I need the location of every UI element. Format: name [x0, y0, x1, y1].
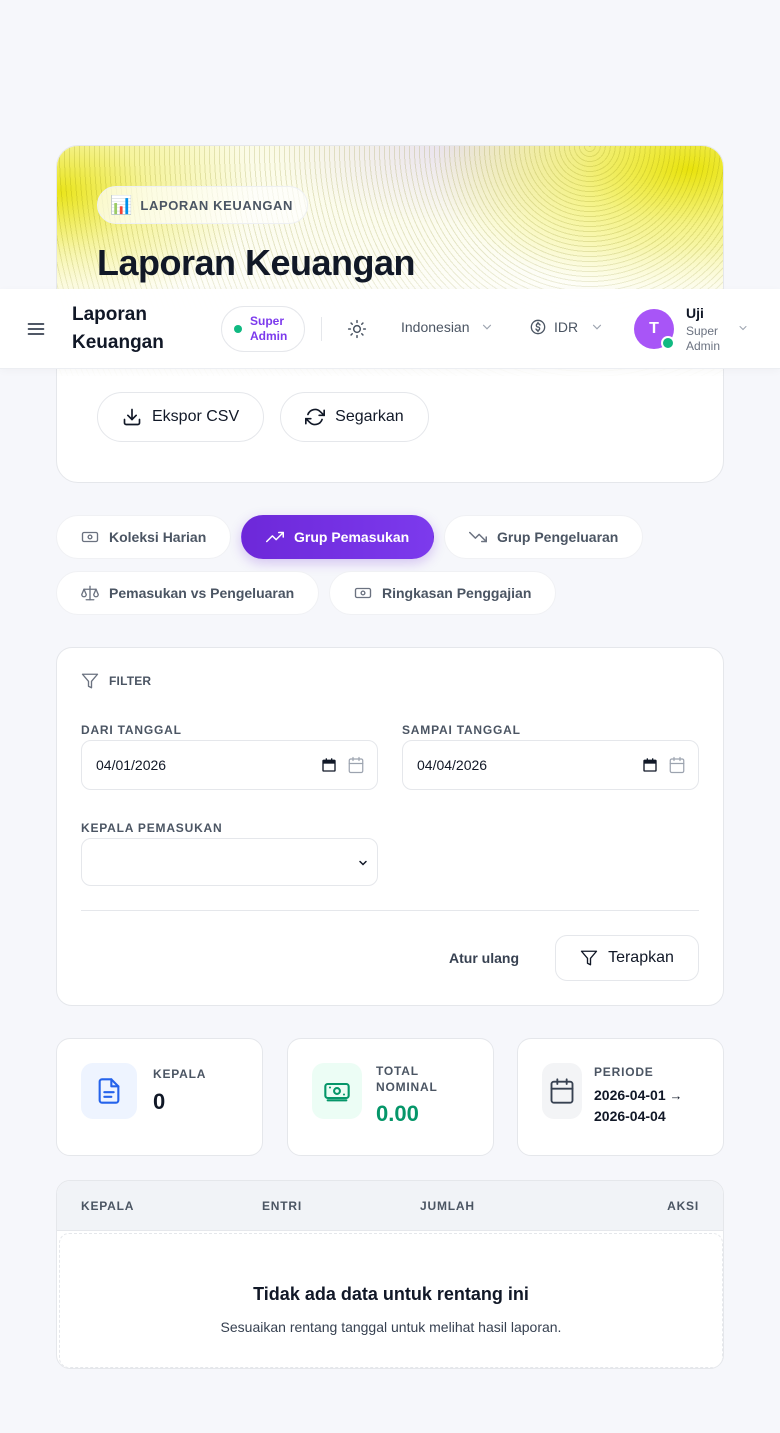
to-date-input[interactable]: 04/04/2026 — [402, 740, 699, 790]
filter-heading-label: FILTER — [109, 674, 152, 688]
tab-koleksi-harian[interactable]: Koleksi Harian — [56, 515, 232, 559]
tab-grup-pemasukan[interactable]: Grup Pemasukan — [241, 515, 435, 559]
banknote-icon — [81, 531, 99, 543]
stat-period-label: PERIODE — [594, 1065, 654, 1079]
topbar-divider — [321, 317, 322, 341]
stat-heads-label: KEPALA — [153, 1067, 207, 1081]
export-csv-label: Ekspor CSV — [152, 408, 240, 425]
calendar-icon — [348, 756, 364, 774]
currency-selector[interactable]: IDR — [530, 319, 604, 335]
user-role: Super Admin — [686, 324, 721, 353]
column-header-head: KEPALA — [81, 1199, 135, 1213]
topbar-title: Laporan Keuangan — [72, 304, 164, 353]
role-badge-label: Super Admin — [250, 314, 288, 343]
empty-state-title: Tidak ada data untuk rentang ini — [253, 1284, 529, 1304]
filter-card: FILTER DARI TANGGAL 04/01/2026 SAMPAI TA… — [56, 647, 724, 1006]
filter-icon — [81, 673, 99, 689]
to-date-label: SAMPAI TANGGAL — [402, 723, 521, 737]
export-csv-button[interactable]: Ekspor CSV — [97, 392, 265, 442]
section-badge-label: LAPORAN KEUANGAN — [140, 197, 294, 213]
stat-card-period: PERIODE 2026-04-01 → 2026-04-04 — [517, 1038, 724, 1156]
bar-chart-icon: 📊 — [110, 195, 133, 215]
refresh-button[interactable]: Segarkan — [280, 392, 429, 442]
chevron-down-icon — [482, 324, 491, 330]
calendar-icon[interactable] — [642, 757, 658, 773]
top-bar: Laporan Keuangan Super Admin Indonesian … — [0, 289, 780, 369]
document-icon — [98, 1078, 120, 1104]
page-title: Laporan Keuangan — [97, 242, 416, 283]
language-label: Indonesian — [401, 319, 470, 335]
hamburger-menu-icon[interactable] — [26, 319, 46, 339]
period-arrow: → — [669, 1088, 683, 1103]
money-icon — [324, 1082, 350, 1102]
currency-label: IDR — [554, 319, 579, 335]
stat-period-value: 2026-04-01 → 2026-04-04 — [594, 1085, 714, 1126]
tab-label: Ringkasan Penggajian — [382, 585, 532, 601]
empty-state-subtitle: Sesuaikan rentang tanggal untuk melihat … — [220, 1319, 562, 1335]
period-start: 2026-04-01 — [594, 1087, 666, 1103]
avatar-status-dot — [661, 336, 675, 350]
from-date-input[interactable]: 04/01/2026 — [81, 740, 378, 790]
refresh-label: Segarkan — [335, 408, 404, 425]
calendar-icon[interactable] — [321, 757, 337, 773]
language-selector[interactable]: Indonesian — [401, 319, 494, 335]
refresh-icon — [305, 408, 326, 426]
calendar-icon — [550, 1078, 574, 1104]
stat-total-label: TOTAL NOMINAL — [376, 1064, 438, 1094]
report-table: KEPALA ENTRI JUMLAH AKSI Tidak ada data … — [56, 1180, 724, 1369]
tab-grup-pengeluaran[interactable]: Grup Pengeluaran — [444, 515, 644, 559]
user-name[interactable]: Uji — [686, 305, 704, 321]
tab-label: Pemasukan vs Pengeluaran — [109, 585, 295, 601]
chevron-down-icon — [359, 860, 367, 866]
filter-icon — [580, 950, 598, 966]
filter-divider — [81, 910, 699, 911]
chevron-down-icon[interactable] — [737, 322, 749, 334]
chevron-down-icon — [593, 324, 602, 330]
stat-heads-value: 0 — [153, 1089, 166, 1114]
income-head-select[interactable] — [81, 838, 378, 886]
apply-label: Terapkan — [608, 949, 674, 966]
filter-heading: FILTER — [81, 672, 151, 690]
tab-ringkasan-penggajian[interactable]: Ringkasan Penggajian — [329, 571, 557, 615]
empty-state: Tidak ada data untuk rentang ini Sesuaik… — [59, 1233, 723, 1368]
tab-label: Grup Pengeluaran — [497, 529, 619, 545]
from-date-label: DARI TANGGAL — [81, 723, 182, 737]
stat-card-total: TOTAL NOMINAL 0.00 — [287, 1038, 494, 1156]
period-end: 2026-04-04 — [594, 1108, 666, 1124]
stat-total-value: 0.00 — [376, 1101, 419, 1126]
tab-pemasukan-vs-pengeluaran[interactable]: Pemasukan vs Pengeluaran — [56, 571, 320, 615]
sun-icon[interactable] — [347, 319, 367, 339]
hero-actions: Ekspor CSV Segarkan — [97, 392, 429, 442]
section-badge: 📊 LAPORAN KEUANGAN — [97, 186, 309, 224]
table-header: KEPALA ENTRI JUMLAH AKSI — [57, 1181, 723, 1231]
calendar-icon — [669, 756, 685, 774]
reset-button[interactable]: Atur ulang — [449, 950, 519, 966]
column-header-entries: ENTRI — [262, 1199, 302, 1213]
scale-icon — [81, 585, 99, 601]
income-head-label: KEPALA PEMASUKAN — [81, 821, 223, 835]
trending-up-icon — [266, 531, 284, 543]
apply-button[interactable]: Terapkan — [555, 935, 699, 981]
from-date-value: 04/01/2026 — [96, 757, 167, 773]
to-date-value: 04/04/2026 — [417, 757, 488, 773]
column-header-actions: AKSI — [667, 1199, 699, 1213]
online-dot — [234, 325, 242, 333]
stat-card-heads: KEPALA 0 — [56, 1038, 263, 1156]
tab-label: Grup Pemasukan — [294, 529, 410, 545]
dollar-icon — [530, 319, 546, 335]
banknote-icon — [354, 587, 372, 599]
role-badge: Super Admin — [221, 306, 305, 352]
trending-down-icon — [469, 531, 487, 543]
column-header-amount: JUMLAH — [420, 1199, 475, 1213]
tab-label: Koleksi Harian — [109, 529, 207, 545]
download-icon — [123, 408, 141, 426]
